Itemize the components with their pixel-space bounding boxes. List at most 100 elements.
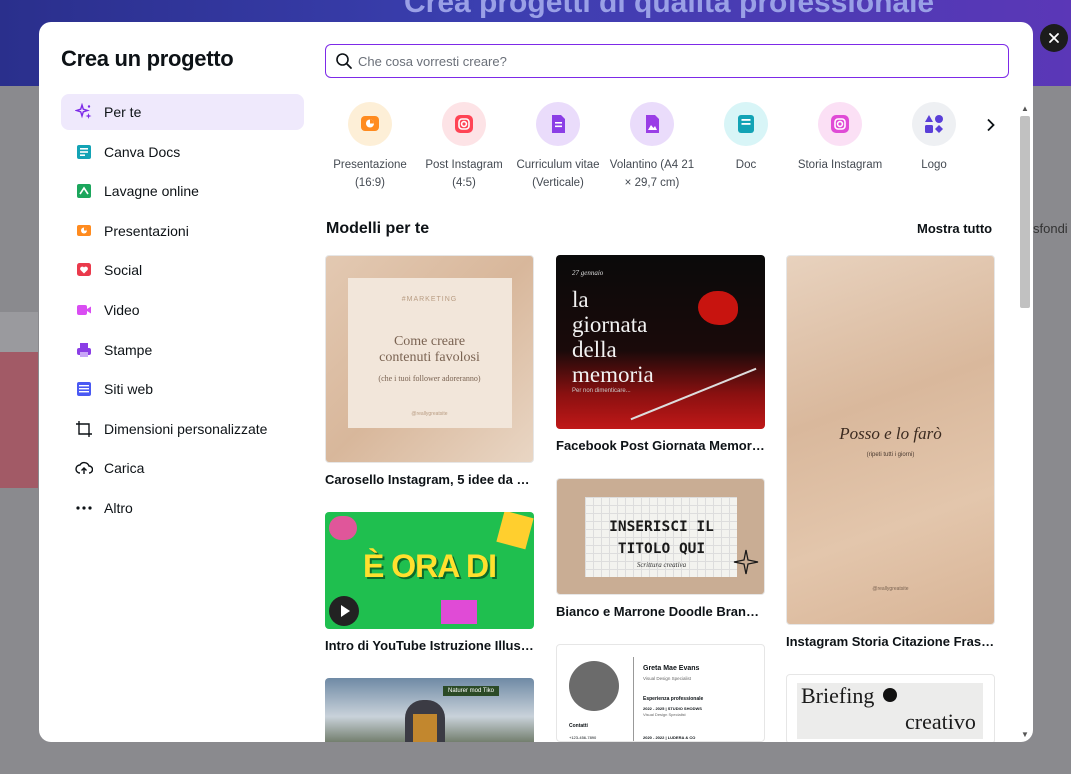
nav-item-video[interactable]: Video (61, 292, 304, 328)
shapes-icon (912, 102, 956, 146)
docs-icon (75, 143, 93, 161)
upload-cloud-icon (75, 459, 93, 477)
resume-job: 2022 - 2025 | STUDIO SHODWS (643, 706, 702, 711)
template-line: creativo (905, 709, 976, 734)
template-line: la (572, 287, 589, 312)
search-icon (334, 51, 354, 71)
template-line: contenuti favolosi (379, 350, 480, 365)
type-presentazione[interactable]: Presentazione (16:9) (325, 102, 415, 192)
close-button[interactable] (1040, 24, 1068, 52)
type-label: Logo (921, 159, 947, 171)
scroll-thumb[interactable] (1020, 116, 1030, 308)
template-thumbnail: 27 gennaio la giornata della memoria Per… (556, 255, 765, 429)
template-card[interactable]: #MARKETING Come creare contenuti favolos… (325, 255, 534, 487)
nav-item-canva-docs[interactable]: Canva Docs (61, 134, 304, 170)
template-caption: Facebook Post Giornata Memori... (556, 438, 765, 453)
video-icon (75, 301, 93, 319)
type-volantino[interactable]: Volantino (A4 21 × 29,7 cm) (607, 102, 697, 192)
printer-icon (75, 341, 93, 359)
type-post-instagram[interactable]: Post Instagram (4:5) (419, 102, 509, 192)
presentation-icon (75, 222, 93, 240)
type-curriculum[interactable]: Curriculum vitae (Verticale) (513, 102, 603, 192)
template-card[interactable]: INSERISCI IL TITOLO QUI Scrittura creati… (556, 478, 765, 619)
nav-item-social[interactable]: Social (61, 252, 304, 288)
template-handle: @reallygreatsite (411, 411, 448, 417)
sparkle-icon (75, 103, 93, 121)
type-video-partial[interactable]: V (983, 102, 1013, 174)
template-card[interactable]: Naturer mod Tiko (325, 678, 534, 742)
star-doodle-icon (733, 549, 759, 575)
scrollbar[interactable]: ▲ ▼ (1017, 102, 1033, 742)
template-thumbnail: #MARKETING Come creare contenuti favolos… (325, 255, 534, 463)
type-doc[interactable]: Doc (701, 102, 791, 174)
nav-item-carica[interactable]: Carica (61, 450, 304, 486)
resume-phone: +123-456-7890 (569, 735, 597, 740)
template-thumbnail: INSERISCI IL TITOLO QUI Scrittura creati… (556, 478, 765, 595)
type-label: Post Instagram (4:5) (425, 159, 503, 189)
template-thumbnail: Greta Mae Evans Visual Design Specialist… (556, 644, 765, 742)
nav-item-lavagne-online[interactable]: Lavagne online (61, 173, 304, 209)
template-thumbnail: Briefing creativo (786, 674, 995, 742)
resume-role: Visual Design Specialist (643, 676, 691, 681)
resize-icon (75, 420, 93, 438)
template-line: memoria (572, 362, 654, 387)
nav-item-label: Presentazioni (104, 222, 189, 239)
template-card[interactable]: 27 gennaio la giornata della memoria Per… (556, 255, 765, 453)
nav-item-dimensioni-personalizzate[interactable]: Dimensioni personalizzate (61, 411, 304, 447)
template-line: INSERISCI IL (609, 519, 714, 535)
type-storia-instagram[interactable]: Storia Instagram (795, 102, 885, 174)
template-card[interactable]: Greta Mae Evans Visual Design Specialist… (556, 644, 765, 742)
type-label: V (983, 156, 1013, 174)
type-label: Storia Instagram (797, 159, 883, 171)
nav-item-altro[interactable]: Altro (61, 490, 304, 526)
template-card[interactable]: È ORA DI Intro di YouTube Istruzione Ill… (325, 512, 534, 653)
types-next-button[interactable] (981, 115, 1001, 135)
template-thumbnail: Naturer mod Tiko (325, 678, 534, 742)
nav-item-label: Stampe (104, 341, 153, 358)
template-subtitle: (ripeti tutti i giorni) (866, 452, 915, 458)
image-doc-icon (630, 102, 674, 146)
avatar (569, 661, 619, 711)
chevron-right-icon (987, 118, 995, 132)
presentation-icon (348, 102, 392, 146)
template-caption: Instagram Storia Citazione Frase... (786, 634, 995, 649)
nav-item-per-te[interactable]: Per te (61, 94, 304, 130)
template-line: della (572, 337, 617, 362)
nav-item-label: Canva Docs (104, 143, 181, 160)
close-icon (1049, 33, 1059, 43)
type-logo[interactable]: Logo (889, 102, 979, 174)
type-label: Curriculum vitae (Verticale) (516, 159, 600, 189)
template-quote: Posso e lo farò (839, 424, 942, 443)
type-label: Doc (735, 159, 757, 171)
nav-item-label: Siti web (104, 381, 154, 398)
template-card[interactable]: Briefing creativo (786, 674, 995, 742)
docs-icon (724, 102, 768, 146)
nav-item-label: Altro (104, 499, 133, 516)
website-icon (75, 380, 93, 398)
scroll-up-arrow[interactable]: ▲ (1020, 104, 1030, 114)
nav-item-label: Video (104, 301, 140, 318)
resume-contact: Contatti (569, 723, 588, 729)
heart-icon (75, 261, 93, 279)
search-input[interactable] (354, 47, 1008, 75)
nav-item-stampe[interactable]: Stampe (61, 332, 304, 368)
show-all-link[interactable]: Mostra tutto (917, 221, 992, 236)
type-label: Presentazione (16:9) (333, 159, 407, 189)
scroll-down-arrow[interactable]: ▼ (1020, 730, 1030, 740)
more-icon (75, 499, 93, 517)
template-handle: @reallygreatsite (872, 586, 909, 592)
background-strip (0, 312, 38, 352)
play-icon (329, 596, 359, 626)
template-line: (che i tuoi follower adoreranno) (378, 374, 481, 383)
section-title: Modelli per te (326, 220, 430, 237)
nav-item-presentazioni[interactable]: Presentazioni (61, 213, 304, 249)
nav-item-label: Carica (104, 460, 145, 477)
modal-title: Crea un progetto (61, 46, 234, 71)
background-card (0, 352, 38, 488)
template-card[interactable]: Posso e lo farò (ripeti tutti i giorni) … (786, 255, 995, 649)
template-line: giornata (572, 312, 648, 337)
design-types-row: Presentazione (16:9) Post Instagram (4:5… (325, 102, 1013, 194)
template-small-text: Per non dimenticare... (572, 388, 631, 394)
nav-item-label: Per te (104, 104, 142, 120)
nav-item-siti-web[interactable]: Siti web (61, 371, 304, 407)
